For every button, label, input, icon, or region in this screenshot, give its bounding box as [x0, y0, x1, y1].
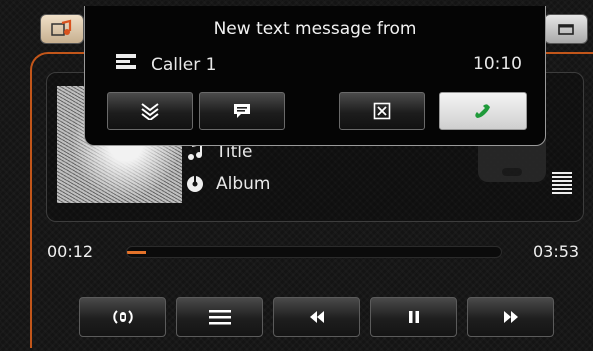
media-source-icon — [51, 19, 72, 36]
message-notification: New text message from Caller 1 10:10 — [84, 6, 546, 146]
list-button[interactable] — [176, 297, 263, 337]
next-button[interactable] — [467, 297, 554, 337]
previous-button[interactable] — [273, 297, 360, 337]
playback-controls — [79, 297, 554, 337]
collapse-button[interactable] — [107, 92, 193, 130]
album-row: Album — [186, 174, 270, 194]
media-source-tab[interactable] — [40, 14, 84, 44]
caller-row: Caller 1 — [115, 53, 216, 76]
previous-icon — [309, 311, 324, 323]
phone-answer-icon — [475, 104, 490, 118]
elapsed-time: 00:12 — [47, 242, 94, 261]
read-message-button[interactable] — [199, 92, 285, 130]
progress-fill — [127, 247, 146, 257]
caller-name: Caller 1 — [151, 54, 217, 75]
notification-title: New text message from — [213, 19, 417, 39]
window-icon — [558, 24, 574, 35]
next-icon — [503, 311, 518, 323]
window-tab[interactable] — [544, 14, 588, 44]
dismiss-button[interactable] — [339, 92, 425, 130]
list-icon — [208, 310, 231, 325]
pause-button[interactable] — [370, 297, 457, 337]
message-icon — [234, 104, 250, 118]
contact-card-icon — [115, 53, 137, 76]
disc-icon — [186, 175, 204, 193]
media-screen: Title Album 00:12 03:53 New text message… — [0, 0, 593, 351]
track-list-icon[interactable] — [552, 172, 572, 194]
album-name: Album — [216, 174, 271, 194]
radio-button[interactable] — [79, 297, 166, 337]
pause-icon — [408, 311, 419, 323]
message-time: 10:10 — [473, 54, 522, 74]
close-box-icon — [373, 102, 391, 120]
collapse-icon — [141, 103, 159, 120]
radio-icon — [112, 310, 133, 324]
answer-button[interactable] — [439, 92, 527, 130]
total-time: 03:53 — [533, 242, 580, 261]
progress-bar[interactable] — [126, 246, 502, 258]
